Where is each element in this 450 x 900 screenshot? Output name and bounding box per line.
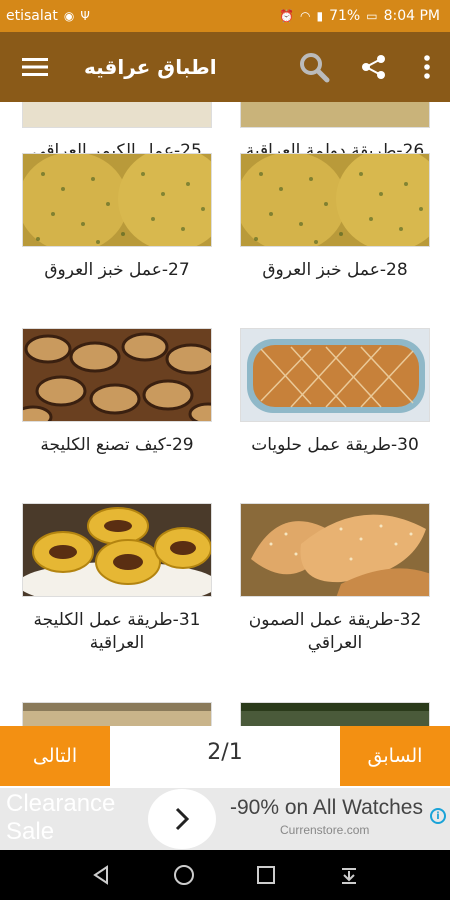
menu-icon (22, 58, 48, 76)
battery-percent: 71% (329, 8, 361, 24)
back-icon (93, 865, 109, 885)
recipe-list[interactable]: 25-عمل الكيمر العراقي 26-طريقة دولمة الع… (0, 102, 450, 726)
usb-icon: Ψ (80, 9, 90, 23)
carrier-label: etisalat (6, 8, 58, 24)
app-title: اطباق عراقيه (84, 55, 217, 79)
search-icon (300, 53, 330, 83)
back-button[interactable] (81, 855, 121, 895)
recipe-image (22, 503, 212, 597)
recents-icon (257, 866, 276, 884)
ad-headline: -90% on All Watches (230, 796, 423, 819)
system-nav-bar (0, 850, 450, 900)
recipe-photo (241, 703, 429, 726)
sweets-tray-photo (241, 329, 429, 421)
recipe-card-28[interactable]: 28-عمل خبز العروق (240, 153, 430, 282)
whatsapp-icon: ◉ (63, 9, 75, 23)
status-bar: etisalat ◉ Ψ ⏰ ◠ ▮ 71% ▭ 8:04 PM (0, 0, 450, 32)
app-bar: اطباق عراقيه (0, 32, 450, 102)
recipe-image (22, 328, 212, 422)
recipe-photo (23, 102, 211, 127)
recipe-image (240, 153, 430, 247)
page-indicator: 2/1 (207, 740, 243, 765)
screen: etisalat ◉ Ψ ⏰ ◠ ▮ 71% ▭ 8:04 PM اطباق ع… (0, 0, 450, 900)
kleicha-rolls-photo (23, 504, 211, 596)
samoon-bread-photo (241, 504, 429, 596)
bread-photo (23, 154, 211, 246)
kleicha-photo (23, 329, 211, 421)
more-vert-icon (424, 55, 430, 79)
recipe-photo (241, 102, 429, 127)
recipe-card-29[interactable]: 29-كيف تصنع الكليجة (22, 328, 212, 457)
recipe-image (240, 102, 430, 128)
ad-left-text: Clearance Sale (6, 790, 116, 845)
battery-icon: ▭ (366, 9, 378, 23)
recipe-card-34[interactable] (240, 702, 430, 726)
ad-info-icon[interactable]: i (430, 808, 446, 824)
recipe-card-27[interactable]: 27-عمل خبز العروق (22, 153, 212, 282)
signal-icon: ▮ (316, 9, 324, 23)
recipe-card-31[interactable]: 31-طريقة عمل الكليجة العراقية (22, 503, 212, 655)
share-icon (362, 55, 385, 79)
share-button[interactable] (344, 32, 404, 102)
recipe-image (240, 702, 430, 726)
notification-pull-button[interactable] (329, 855, 369, 895)
home-button[interactable] (164, 855, 204, 895)
recipe-title: 27-عمل خبز العروق (44, 260, 190, 280)
next-page-button[interactable]: التالى (0, 726, 110, 786)
recipe-card-30[interactable]: 30-طريقة عمل حلويات (240, 328, 430, 457)
home-icon (173, 865, 194, 885)
recipe-image (22, 153, 212, 247)
status-right: ⏰ ◠ ▮ 71% ▭ 8:04 PM (279, 8, 440, 24)
alarm-icon: ⏰ (279, 9, 295, 23)
recipe-image (22, 102, 212, 128)
previous-page-button[interactable]: السابق (340, 726, 450, 786)
clock: 8:04 PM (383, 8, 440, 24)
recipe-title: 31-طريقة عمل الكليجة العراقية (33, 610, 201, 653)
recipe-title: 28-عمل خبز العروق (262, 260, 408, 280)
recipe-card-32[interactable]: 32-طريقة عمل الصمون العراقي (240, 503, 430, 655)
recents-button[interactable] (246, 855, 286, 895)
recipe-image (240, 328, 430, 422)
ad-domain: Currenstore.com (280, 823, 370, 837)
recipe-card-33[interactable] (22, 702, 212, 726)
search-button[interactable] (284, 32, 344, 102)
ad-arrow-button[interactable] (148, 789, 216, 849)
ad-banner[interactable]: Clearance Sale -90% on All Watches Curre… (0, 788, 450, 850)
recipe-title: 29-كيف تصنع الكليجة (40, 435, 194, 455)
recipe-photo (23, 703, 211, 726)
recipe-image (240, 503, 430, 597)
recipe-title: 32-طريقة عمل الصمون العراقي (248, 610, 422, 653)
wifi-icon: ◠ (300, 9, 311, 23)
pull-down-icon (341, 868, 356, 884)
menu-button[interactable] (0, 32, 70, 102)
status-left: etisalat ◉ Ψ (6, 8, 90, 24)
chevron-right-icon (175, 807, 190, 831)
recipe-image (22, 702, 212, 726)
more-options-button[interactable] (404, 32, 450, 102)
recipe-title: 30-طريقة عمل حلويات (251, 435, 419, 455)
bread-photo (241, 154, 429, 246)
pagination-bar: التالى 2/1 السابق (0, 726, 450, 786)
